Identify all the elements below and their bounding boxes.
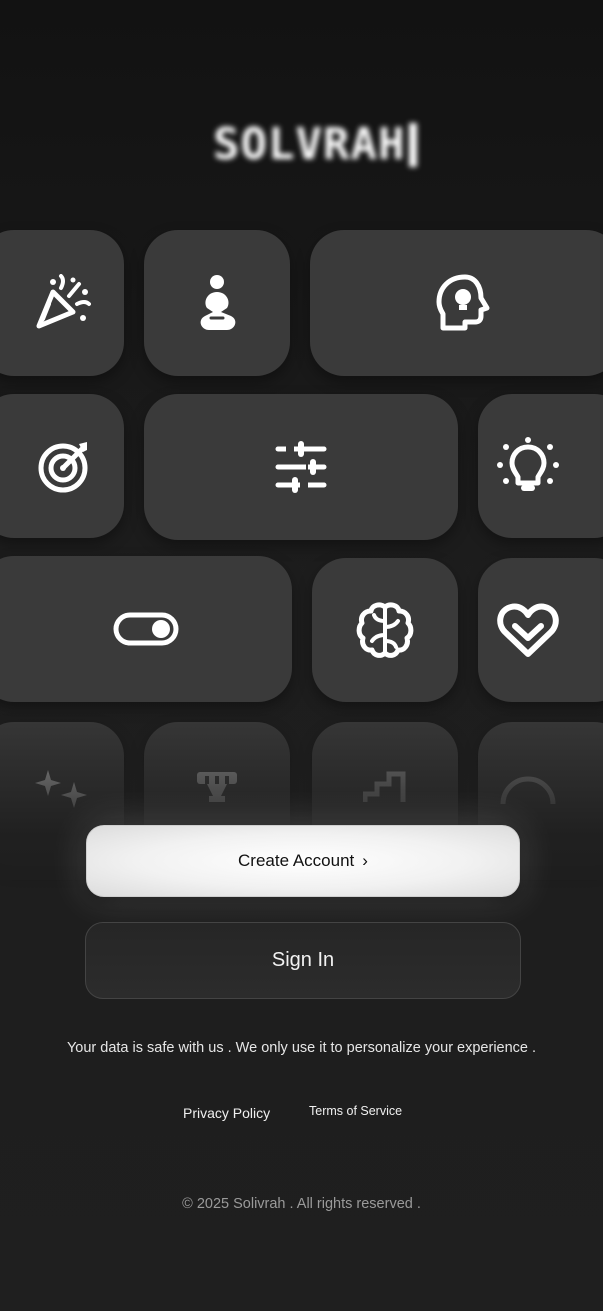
sign-in-button[interactable]: Sign In: [85, 922, 521, 999]
create-account-label: Create Account: [238, 851, 355, 870]
app-logo: SOLVRAH: [213, 118, 418, 172]
circle-icon: [499, 764, 557, 808]
tile-celebration: [0, 230, 124, 376]
footer-links: Privacy Policy Terms of Service: [0, 1103, 603, 1125]
stairs-icon: [363, 768, 407, 804]
tile-meditation: [144, 230, 290, 376]
tile-ideas: [478, 394, 603, 538]
head-lightbulb-icon: [435, 274, 491, 332]
tile-learning: [312, 558, 458, 702]
target-dart-icon: [37, 438, 93, 494]
sign-in-label: Sign In: [271, 949, 335, 971]
logo-text: SOLVRAH: [213, 119, 406, 170]
meditation-person-icon: [195, 274, 239, 332]
brain-icon: [356, 601, 414, 659]
sparkles-icon: [34, 768, 94, 808]
tile-preferences: [144, 394, 458, 540]
welcome-screen: SOLVRAH Create Account › Sign In Your da…: [0, 0, 603, 1311]
logo-block: [409, 123, 418, 167]
toggle-switch-icon: [113, 612, 179, 646]
terms-of-service-link[interactable]: Terms of Service: [309, 1104, 402, 1118]
chevron-right-icon: ›: [362, 851, 368, 870]
tile-wellbeing: [478, 558, 603, 702]
party-popper-icon: [33, 274, 91, 332]
sliders-icon: [274, 439, 328, 495]
tile-habits: [0, 556, 292, 702]
tile-mindset: [310, 230, 603, 376]
tile-goals: [0, 394, 124, 538]
lightbulb-icon: [496, 437, 560, 495]
create-account-button[interactable]: Create Account ›: [86, 825, 520, 897]
copyright-text: © 2025 Solivrah . All rights reserved .: [182, 1196, 421, 1212]
trophy-icon: [195, 770, 239, 804]
privacy-notice: Your data is safe with us . We only use …: [66, 1040, 537, 1056]
privacy-policy-link[interactable]: Privacy Policy: [183, 1105, 270, 1121]
heart-check-icon: [497, 602, 559, 658]
